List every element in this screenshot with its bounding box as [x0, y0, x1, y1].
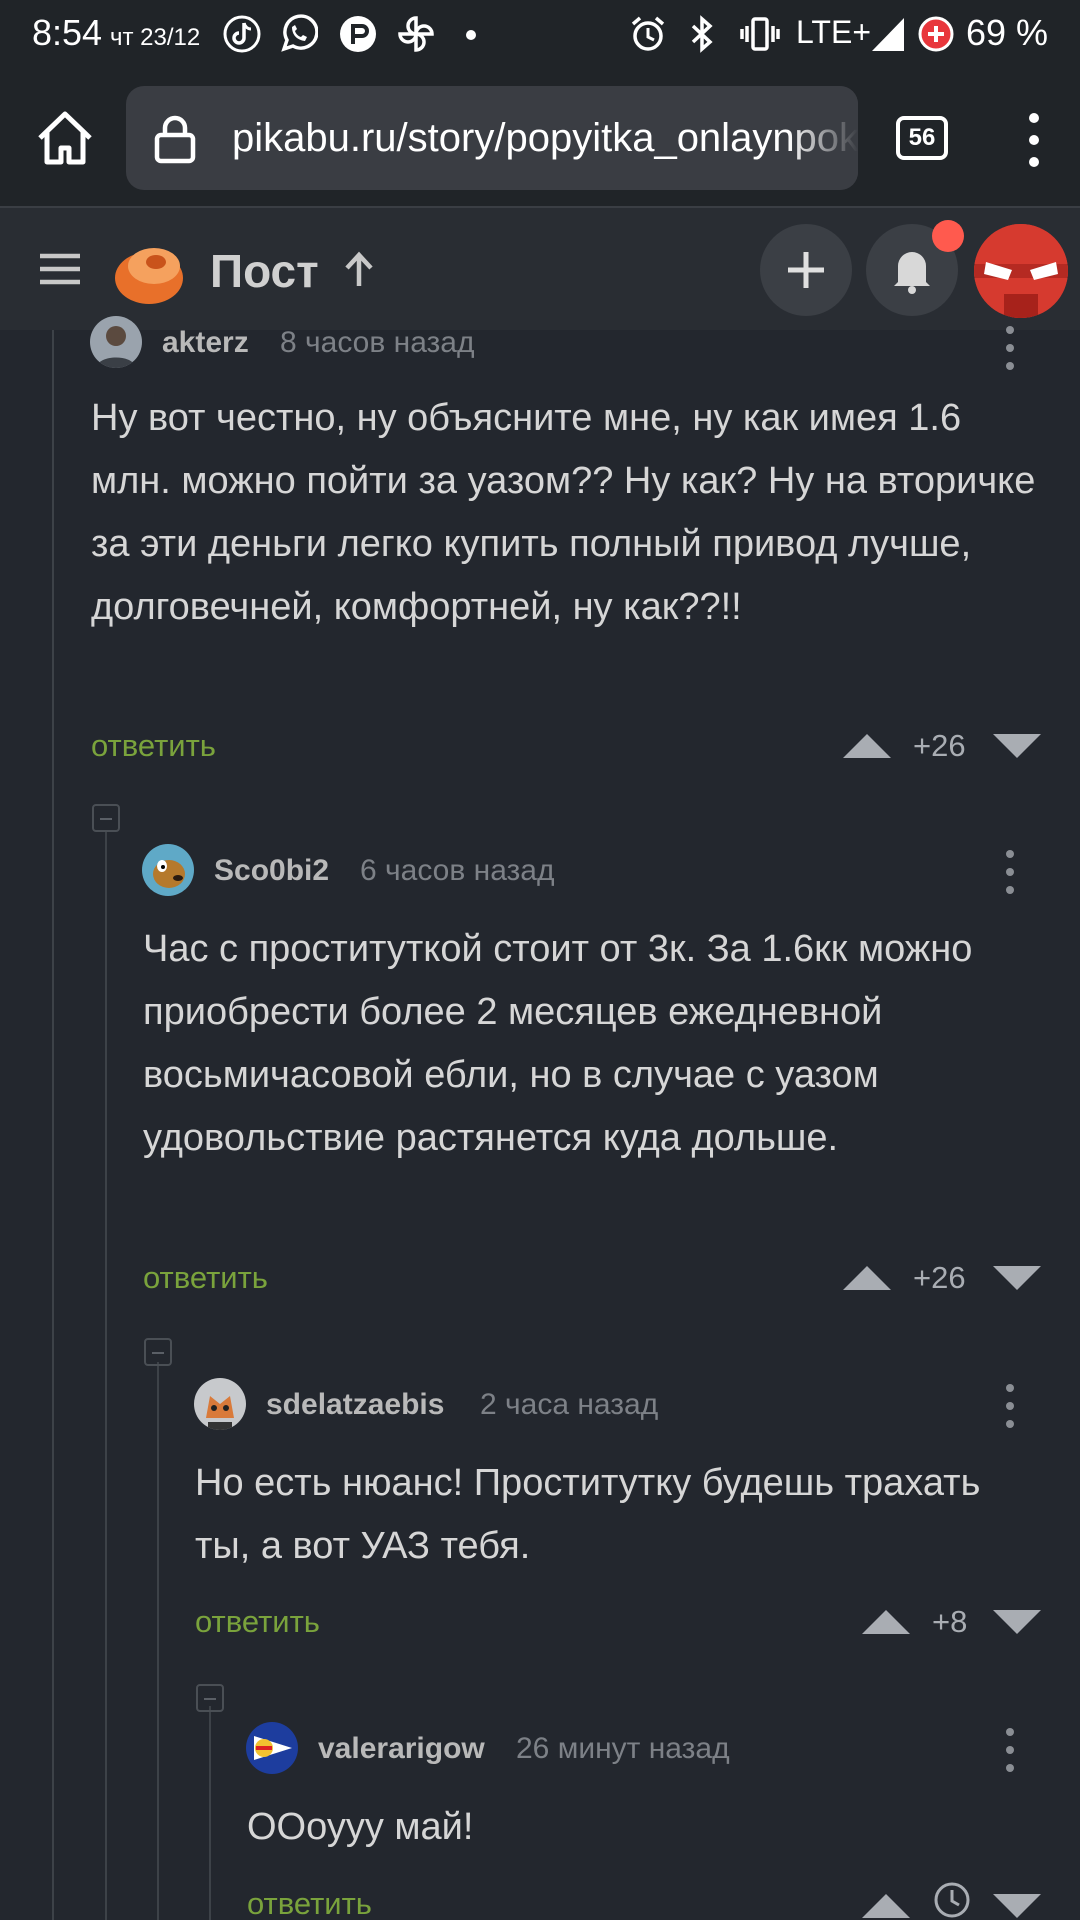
avatar[interactable] [142, 844, 194, 896]
comment-author[interactable]: Sco0bi2 [214, 854, 329, 888]
status-time: 8:54 [32, 12, 103, 53]
signal-icon [872, 18, 904, 51]
comment-author[interactable]: sdelatzaebis [266, 1388, 444, 1422]
comment-author[interactable]: akterz [162, 326, 249, 360]
battery-saver-icon [918, 16, 954, 52]
vote-controls: +26 [843, 1260, 1043, 1300]
user-avatar[interactable] [974, 224, 1068, 318]
comment-text: ООоууу май! [247, 1806, 474, 1848]
browser-menu-icon[interactable] [1016, 110, 1052, 170]
comment-time: 2 часа назад [480, 1388, 659, 1421]
scroll-up-icon[interactable] [342, 250, 376, 290]
thread-line [105, 830, 107, 1920]
page-title: Пост [210, 245, 319, 297]
upvote-icon[interactable] [862, 1894, 910, 1918]
avatar[interactable] [246, 1722, 298, 1774]
upvote-icon[interactable] [862, 1610, 910, 1634]
comment-header: akterz 8 часов назад [90, 316, 1050, 372]
upvote-icon[interactable] [843, 734, 891, 758]
clock-icon [934, 1882, 970, 1918]
bluetooth-icon [691, 15, 713, 53]
app-icon [340, 16, 376, 52]
comment-text: Час с проституткой стоит от 3к. За 1.6кк… [143, 928, 973, 1159]
network-type: LTE+ [796, 14, 871, 50]
avatar[interactable] [194, 1378, 246, 1430]
comment-score: +8 [932, 1604, 968, 1639]
collapse-thread-button[interactable] [196, 1684, 224, 1712]
vote-controls: +8 [862, 1604, 1046, 1644]
avatar[interactable] [90, 316, 142, 368]
battery-level: 69 % [966, 12, 1049, 53]
reply-link[interactable]: ответить [247, 1886, 372, 1920]
comment-menu-icon[interactable] [1004, 1728, 1016, 1772]
site-header: Пост [0, 208, 1080, 330]
vote-controls [862, 1882, 1046, 1920]
downvote-icon[interactable] [993, 1266, 1041, 1290]
comment-time: 8 часов назад [280, 326, 475, 359]
comment-score: +26 [913, 1260, 966, 1295]
pikabu-logo[interactable] [112, 234, 186, 308]
comment-author[interactable]: valerarigow [318, 1732, 485, 1766]
upvote-icon[interactable] [843, 1266, 891, 1290]
comment-menu-icon[interactable] [1004, 326, 1016, 370]
comment-header: valerarigow 26 минут назад [246, 1722, 1050, 1778]
downvote-icon[interactable] [993, 1894, 1041, 1918]
downvote-icon[interactable] [993, 1610, 1041, 1634]
collapse-thread-button[interactable] [92, 804, 120, 832]
lock-icon [154, 115, 196, 164]
address-bar[interactable]: pikabu.ru/story/popyitka_onlaynpok [126, 86, 858, 190]
thread-line [209, 1706, 211, 1920]
comment-header: Sco0bi2 6 часов назад [142, 844, 1050, 900]
plus-icon [788, 252, 824, 288]
vote-controls: +26 [843, 728, 1043, 768]
collapse-thread-button[interactable] [144, 1338, 172, 1366]
url-text: pikabu.ru/story/popyitka_onlaynpok [232, 116, 858, 160]
comment-time: 6 часов назад [360, 854, 555, 887]
downvote-icon[interactable] [993, 734, 1041, 758]
status-date: чт 23/12 [110, 24, 201, 51]
comment-menu-icon[interactable] [1004, 1384, 1016, 1428]
reply-link[interactable]: ответить [91, 728, 216, 764]
hamburger-menu-icon[interactable] [38, 252, 82, 286]
comment-score: +26 [913, 728, 966, 763]
home-icon[interactable] [30, 104, 100, 174]
add-post-button[interactable] [760, 224, 852, 316]
notification-badge [932, 220, 964, 252]
reply-link[interactable]: ответить [195, 1604, 320, 1640]
comment-menu-icon[interactable] [1004, 850, 1016, 894]
browser-toolbar: pikabu.ru/story/popyitka_onlaynpok 56 [0, 68, 1080, 208]
pinwheel-icon [398, 16, 434, 52]
tab-switcher-button[interactable]: 56 [896, 116, 948, 160]
comment-time: 26 минут назад [516, 1732, 730, 1765]
vibrate-icon [740, 17, 780, 51]
thread-line [157, 1362, 159, 1920]
thread-line [52, 330, 54, 1920]
tiktok-icon [223, 15, 261, 53]
avatar-image [974, 224, 1068, 318]
reply-link[interactable]: ответить [143, 1260, 268, 1296]
comment-header: sdelatzaebis 2 часа назад [194, 1378, 1050, 1434]
comment-text: Но есть нюанс! Проститутку будешь трахат… [195, 1462, 981, 1567]
alarm-icon [631, 16, 665, 51]
status-bar: 8:54 чт 23/12 LTE+ 69 % [0, 0, 1080, 68]
more-notifications-dot [466, 30, 476, 40]
whatsapp-icon [281, 14, 318, 52]
comment-text: Ну вот честно, ну объясните мне, ну как … [91, 397, 1036, 628]
